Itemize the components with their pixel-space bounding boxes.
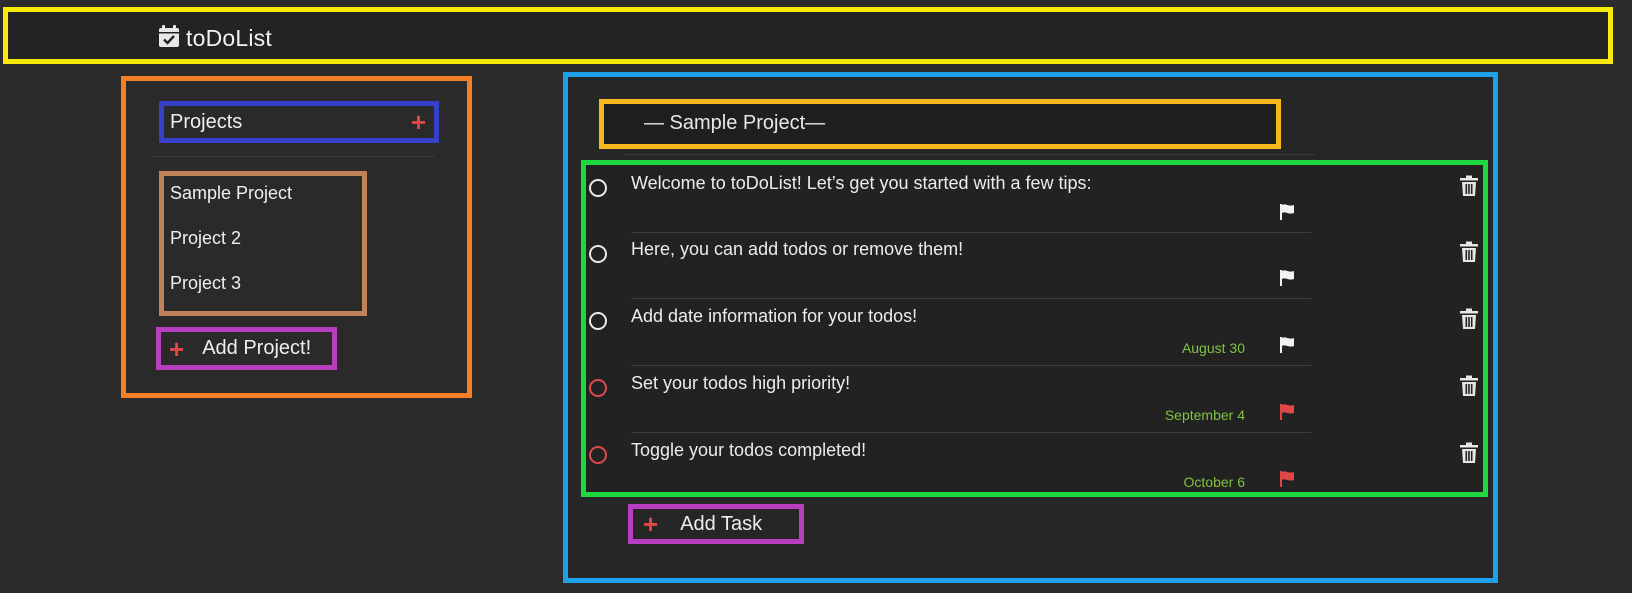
project-list: Sample Project Project 2 Project 3 — [159, 171, 367, 316]
app-header: toDoList — [3, 7, 1613, 64]
add-task-label: Add Task — [680, 512, 763, 535]
plus-icon: + — [643, 509, 659, 539]
project-heading-box: — Sample Project— — [599, 99, 1281, 149]
task-item: Welcome to toDoList! Let’s get you start… — [586, 165, 1483, 233]
task-title[interactable]: Here, you can add todos or remove them! — [631, 239, 963, 260]
trash-icon[interactable] — [1459, 175, 1479, 197]
task-title[interactable]: Welcome to toDoList! Let’s get you start… — [631, 173, 1092, 194]
complete-toggle[interactable] — [589, 379, 607, 397]
projects-header: Projects + — [159, 101, 439, 143]
task-title[interactable]: Set your todos high priority! — [631, 373, 850, 394]
add-project-button[interactable]: + Add Project! — [156, 327, 337, 370]
add-project-label: Add Project! — [202, 337, 312, 359]
task-title[interactable]: Toggle your todos completed! — [631, 440, 866, 461]
task-item: Add date information for your todos! Aug… — [586, 298, 1483, 366]
task-title[interactable]: Add date information for your todos! — [631, 306, 917, 327]
task-item: Here, you can add todos or remove them! — [586, 231, 1483, 299]
task-date: August 30 — [1181, 340, 1245, 356]
projects-title: Projects — [170, 110, 243, 133]
divider — [150, 156, 435, 157]
trash-icon[interactable] — [1459, 375, 1479, 397]
priority-flag-icon[interactable] — [1278, 470, 1296, 488]
complete-toggle[interactable] — [589, 446, 607, 464]
divider — [625, 154, 1315, 155]
priority-flag-icon[interactable] — [1278, 203, 1296, 221]
task-date: October 6 — [1183, 474, 1245, 490]
priority-flag-icon[interactable] — [1278, 269, 1296, 287]
add-task-button[interactable]: + Add Task — [628, 504, 804, 544]
calendar-check-icon — [158, 24, 180, 53]
plus-icon: + — [169, 333, 185, 364]
priority-flag-icon[interactable] — [1278, 336, 1296, 354]
complete-toggle[interactable] — [589, 245, 607, 263]
sidebar-item-project-2[interactable]: Project 2 — [170, 227, 356, 272]
add-project-plus-icon[interactable]: + — [411, 109, 426, 135]
complete-toggle[interactable] — [589, 312, 607, 330]
project-heading: — Sample Project— — [644, 112, 826, 134]
complete-toggle[interactable] — [589, 179, 607, 197]
sidebar-item-sample-project[interactable]: Sample Project — [170, 182, 356, 227]
task-date: September 4 — [1164, 407, 1245, 423]
priority-flag-icon[interactable] — [1278, 403, 1296, 421]
app-brand[interactable]: toDoList — [158, 24, 272, 53]
trash-icon[interactable] — [1459, 241, 1479, 263]
task-list: Welcome to toDoList! Let’s get you start… — [581, 160, 1488, 497]
sidebar-item-project-3[interactable]: Project 3 — [170, 272, 356, 317]
task-item: Toggle your todos completed! October 6 — [586, 432, 1483, 500]
trash-icon[interactable] — [1459, 308, 1479, 330]
app-title: toDoList — [186, 25, 272, 51]
trash-icon[interactable] — [1459, 442, 1479, 464]
task-item: Set your todos high priority! September … — [586, 365, 1483, 433]
